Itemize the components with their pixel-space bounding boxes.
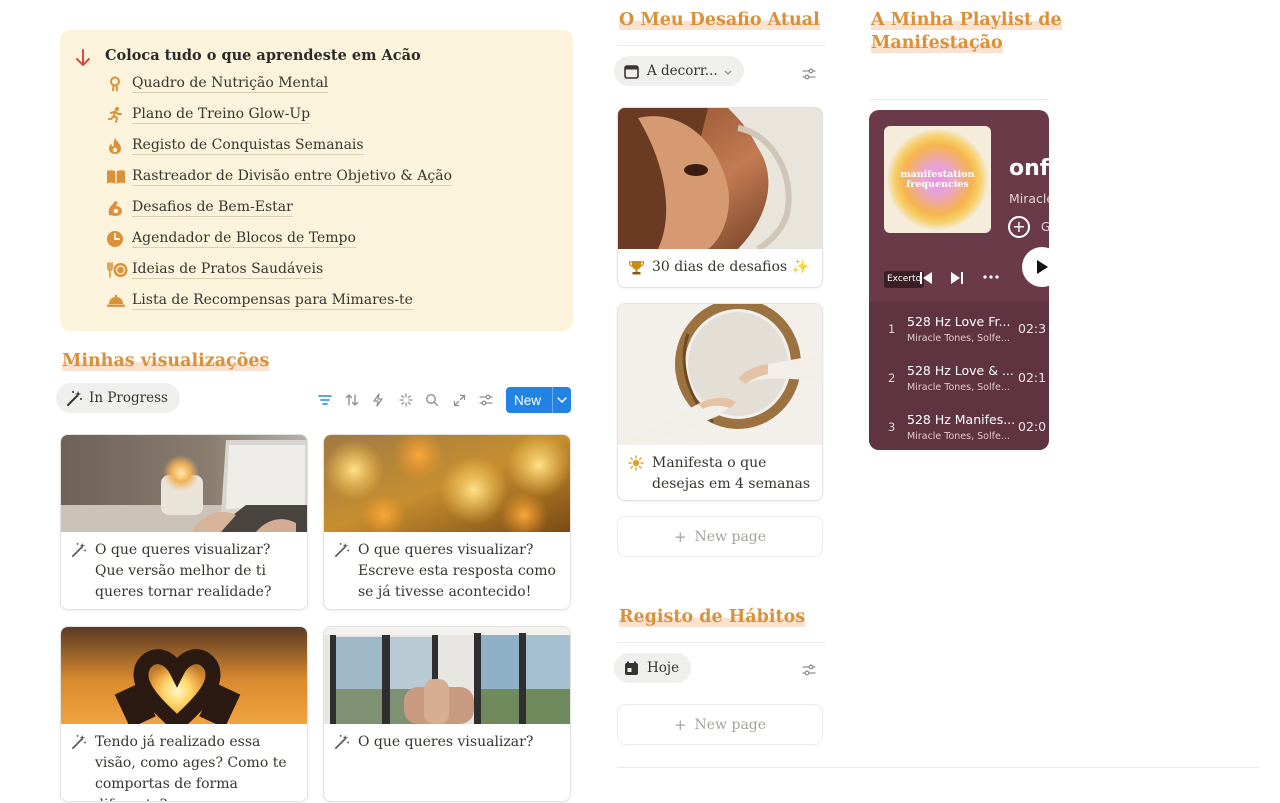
- challenge-card[interactable]: Manifesta o que desejas em 4 semanas: [617, 303, 823, 501]
- challenge-card[interactable]: 30 dias de desafios ✨: [617, 107, 823, 288]
- playlist-artist: Miracle: [1009, 191, 1049, 206]
- calendar-icon: [624, 62, 642, 80]
- sun-icon: [628, 453, 652, 495]
- settings-sliders-icon[interactable]: [801, 662, 817, 678]
- magic-wand-icon: [71, 732, 95, 801]
- callout-link-mental-nutrition[interactable]: Quadro de Nutrição Mental: [106, 72, 329, 96]
- add-plus-icon[interactable]: +: [1008, 216, 1030, 238]
- callout-link-weekly-achievements[interactable]: Registo de Conquistas Semanais: [106, 134, 364, 158]
- play-icon: [1037, 260, 1048, 274]
- gallery-card[interactable]: O que queres visualizar? Que versão melh…: [60, 434, 308, 610]
- card-title: Manifesta o que desejas em 4 semanas: [652, 455, 811, 492]
- card-cover-image: [61, 627, 307, 724]
- magic-wand-icon: [71, 540, 95, 603]
- track-list: 1 528 Hz Love Fr... Miracle Tones, Solfe…: [869, 302, 1049, 450]
- card-title: 30 dias de desafios ✨: [652, 259, 809, 275]
- card-caption: O que queres visualizar? Que versão melh…: [95, 542, 272, 600]
- filter-icon[interactable]: [316, 391, 334, 409]
- card-caption: Tendo já realizado essa visão, como ages…: [95, 734, 287, 801]
- spotify-embed[interactable]: manifestation frequencies onfi Miracle +…: [869, 110, 1049, 450]
- callout-link-rewards-list[interactable]: Lista de Recompensas para Mimares-te: [106, 289, 413, 313]
- chevron-down-icon[interactable]: [553, 397, 571, 403]
- plus-icon: +: [673, 715, 687, 734]
- previous-track-icon[interactable]: [919, 271, 933, 285]
- card-caption: O que queres visualizar?: [358, 734, 534, 750]
- view-tab-in-progress[interactable]: In Progress: [56, 383, 180, 413]
- sort-icon[interactable]: [343, 391, 361, 409]
- search-icon[interactable]: [423, 391, 441, 409]
- settings-sliders-icon[interactable]: [801, 66, 817, 82]
- gallery-card[interactable]: Tendo já realizado essa visão, como ages…: [60, 626, 308, 802]
- track-row[interactable]: 2 528 Hz Love & ... Miracle Tones, Solfe…: [869, 351, 1049, 400]
- new-button[interactable]: New: [506, 387, 571, 413]
- running-icon: [106, 105, 128, 125]
- card-cover-image: [61, 435, 307, 532]
- sparkle-icon[interactable]: [397, 391, 415, 409]
- calendar-icon: [624, 659, 642, 677]
- fork-plate-icon: [106, 260, 128, 280]
- visualizations-heading: Minhas visualizações: [62, 351, 270, 371]
- next-track-icon[interactable]: [950, 271, 964, 285]
- magic-wand-icon: [334, 732, 358, 754]
- plus-icon: +: [673, 527, 687, 546]
- callout-link-wellness-challenges[interactable]: Desafios de Bem-Estar: [106, 196, 293, 220]
- magic-wand-icon: [334, 540, 358, 603]
- habits-new-page-button[interactable]: + New page: [617, 704, 823, 745]
- brain-icon: [106, 74, 128, 94]
- cloche-icon: [106, 291, 128, 311]
- callout-link-glow-up-workout[interactable]: Plano de Treino Glow-Up: [106, 103, 311, 127]
- challenge-heading: O Meu Desafio Atual: [619, 10, 820, 30]
- flexed-arm-icon: [106, 198, 128, 218]
- play-button[interactable]: [1022, 247, 1049, 287]
- playlist-heading: A Minha Playlist de Manifestação: [871, 10, 1062, 53]
- action-callout: Coloca tudo o que aprendeste em Acão Qua…: [60, 30, 573, 331]
- expand-icon[interactable]: [450, 391, 468, 409]
- gallery-card[interactable]: O que queres visualizar?: [323, 626, 571, 802]
- gallery-card[interactable]: O que queres visualizar? Escreve esta re…: [323, 434, 571, 610]
- callout-title: Coloca tudo o que aprendeste em Acão: [105, 47, 421, 64]
- card-caption: O que queres visualizar? Escreve esta re…: [358, 542, 556, 600]
- trophy-icon: [628, 257, 652, 280]
- arrow-down-icon: [76, 49, 90, 66]
- track-row[interactable]: 1 528 Hz Love Fr... Miracle Tones, Solfe…: [869, 302, 1049, 351]
- chevron-down-icon: [724, 63, 732, 79]
- more-options-icon[interactable]: [982, 274, 1000, 280]
- playlist-title: onfi: [1009, 156, 1049, 181]
- album-cover: manifestation frequencies: [884, 126, 991, 233]
- lightning-icon[interactable]: [369, 391, 387, 409]
- callout-link-time-block-scheduler[interactable]: Agendador de Blocos de Tempo: [106, 227, 356, 251]
- challenge-new-page-button[interactable]: + New page: [617, 516, 823, 557]
- card-cover-image: [324, 435, 570, 532]
- magic-wand-icon: [66, 389, 84, 407]
- view-tab-today[interactable]: Hoje: [614, 653, 692, 683]
- habits-heading: Registo de Hábitos: [619, 607, 806, 627]
- book-icon: [106, 167, 128, 187]
- track-row[interactable]: 3 528 Hz Manifes... Miracle Tones, Solfe…: [869, 400, 1049, 449]
- card-cover-image: [324, 627, 570, 724]
- card-cover-image: [618, 304, 822, 445]
- callout-link-healthy-dishes[interactable]: Ideias de Pratos Saudáveis: [106, 258, 324, 282]
- view-tab-ongoing[interactable]: A decorr...: [614, 56, 744, 86]
- card-cover-image: [618, 108, 822, 249]
- settings-sliders-icon[interactable]: [477, 391, 495, 409]
- callout-link-goal-action-tracker[interactable]: Rastreador de Divisão entre Objetivo & A…: [106, 165, 453, 189]
- clock-icon: [106, 229, 128, 249]
- fire-icon: [106, 136, 128, 156]
